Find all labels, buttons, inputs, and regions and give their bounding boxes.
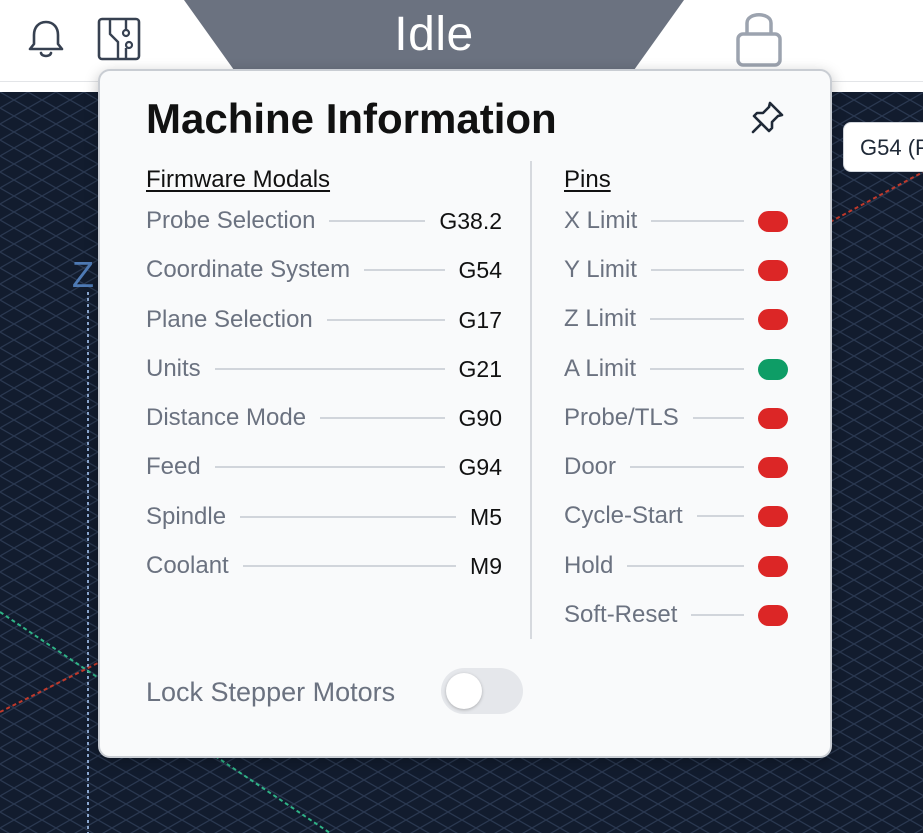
modal-value: G21	[458, 355, 502, 382]
modal-row-units: Units G21	[146, 354, 502, 384]
pin-row-z-limit: Z Limit	[564, 304, 788, 334]
svg-text:Z: Z	[72, 254, 94, 295]
modal-row-distance-mode: Distance Mode G90	[146, 403, 502, 433]
pin-row-x-limit: X Limit	[564, 206, 788, 236]
pin-status-indicator	[758, 604, 788, 626]
leader-line	[320, 417, 445, 419]
leader-line	[364, 269, 445, 271]
pin-row-door: Door	[564, 452, 788, 482]
modal-label: Coolant	[146, 552, 229, 579]
leader-line	[650, 269, 744, 271]
pin-row-a-limit: A Limit	[564, 354, 788, 384]
lock-stepper-motors-toggle[interactable]	[441, 668, 523, 714]
pin-label: X Limit	[564, 207, 638, 234]
modal-row-feed: Feed G94	[146, 452, 502, 482]
pin-status-indicator	[758, 407, 788, 429]
pins-heading: Pins	[564, 166, 611, 193]
leader-line	[214, 368, 445, 370]
modal-row-spindle: Spindle M5	[146, 502, 502, 532]
pin-row-y-limit: Y Limit	[564, 255, 788, 285]
modal-label: Coordinate System	[146, 256, 351, 283]
pin-row-soft-reset: Soft-Reset	[564, 600, 788, 630]
machine-state-label: Idle	[394, 7, 474, 61]
circuit-board-icon[interactable]	[96, 16, 142, 62]
machine-state-tab[interactable]: Idle	[184, 0, 684, 70]
wcs-chip[interactable]: G54 (P1)	[843, 122, 923, 172]
pin-label: Door	[564, 453, 617, 480]
leader-line	[650, 368, 744, 370]
leader-line	[691, 614, 744, 616]
pin-status-indicator	[758, 308, 788, 330]
pin-label: Probe/TLS	[564, 404, 679, 431]
firmware-modals-heading: Firmware Modals	[146, 166, 331, 193]
modal-row-probe-selection: Probe Selection G38.2	[146, 206, 502, 236]
modal-label: Units	[146, 355, 201, 382]
leader-line	[630, 466, 744, 468]
modal-label: Probe Selection	[146, 207, 316, 234]
leader-line	[650, 318, 744, 320]
pin-status-indicator	[758, 555, 788, 577]
modal-value: M5	[470, 503, 502, 530]
pin-label: A Limit	[564, 355, 637, 382]
machine-information-popover: Machine Information Firmware Modals Pins…	[98, 69, 832, 758]
pin-status-indicator	[758, 259, 788, 281]
pin-status-indicator	[758, 505, 788, 527]
padlock-icon[interactable]	[732, 6, 786, 68]
leader-line	[240, 516, 457, 518]
pin-row-cycle-start: Cycle-Start	[564, 501, 788, 531]
leader-line	[627, 565, 744, 567]
modal-row-plane-selection: Plane Selection G17	[146, 305, 502, 335]
leader-line	[214, 466, 445, 468]
modal-value: G38.2	[439, 207, 502, 234]
modal-label: Plane Selection	[146, 306, 313, 333]
leader-line	[696, 515, 744, 517]
pin-status-indicator	[758, 210, 788, 232]
leader-line	[329, 220, 426, 222]
pin-status-indicator	[758, 358, 788, 380]
column-divider	[530, 161, 532, 639]
pin-label: Cycle-Start	[564, 502, 683, 529]
leader-line	[692, 417, 744, 419]
pin-label: Hold	[564, 552, 614, 579]
bell-icon[interactable]	[24, 16, 68, 62]
leader-line	[651, 220, 744, 222]
pin-label: Soft-Reset	[564, 601, 678, 628]
pin-status-indicator	[758, 456, 788, 478]
pin-row-hold: Hold	[564, 551, 788, 581]
pin-label: Y Limit	[564, 256, 637, 283]
modal-row-coordinate-system: Coordinate System G54	[146, 255, 502, 285]
modal-value: G94	[458, 453, 502, 480]
modal-value: G17	[458, 306, 502, 333]
leader-line	[326, 319, 445, 321]
leader-line	[242, 565, 457, 567]
modal-value: M9	[470, 552, 502, 579]
lock-stepper-motors-label: Lock Stepper Motors	[146, 677, 396, 707]
modal-row-coolant: Coolant M9	[146, 551, 502, 581]
pin-label: Z Limit	[564, 305, 636, 332]
pin-row-probe-tls: Probe/TLS	[564, 403, 788, 433]
wcs-chip-label: G54 (P1)	[860, 135, 923, 160]
modal-label: Feed	[146, 453, 201, 480]
modal-value: G54	[458, 256, 502, 283]
modal-value: G90	[458, 404, 502, 431]
toggle-knob[interactable]	[446, 673, 482, 709]
modal-label: Spindle	[146, 503, 227, 530]
popover-title: Machine Information	[146, 95, 557, 142]
pushpin-icon[interactable]	[750, 99, 786, 135]
modal-label: Distance Mode	[146, 404, 307, 431]
